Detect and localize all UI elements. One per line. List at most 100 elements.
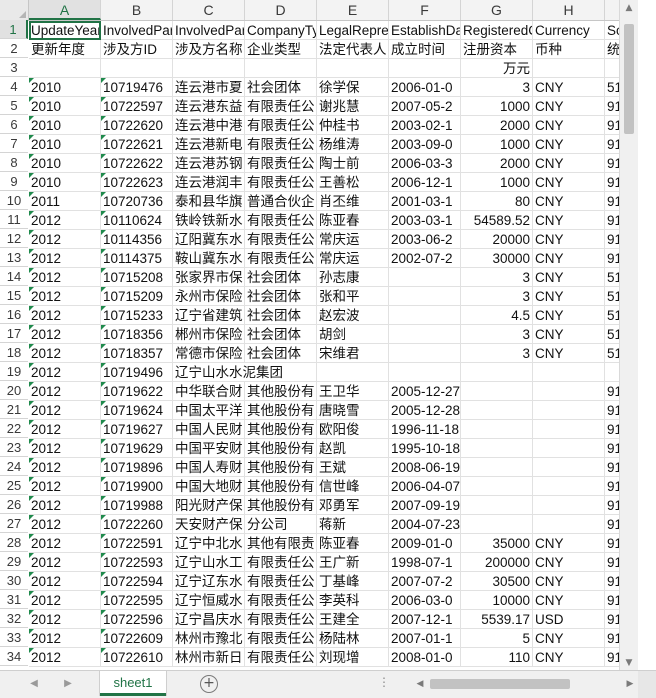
cell-e20[interactable]: 王卫华: [317, 382, 389, 401]
row-header-25[interactable]: 25: [0, 476, 28, 495]
cell-b16[interactable]: 10715233: [101, 306, 173, 325]
cell-d30[interactable]: 有限责任公: [245, 572, 317, 591]
scroll-right-icon[interactable]: ▶: [622, 676, 638, 692]
row-header-11[interactable]: 11: [0, 210, 28, 229]
cell-a7[interactable]: 2010: [29, 135, 101, 154]
cell-d31[interactable]: 有限责任公: [245, 591, 317, 610]
cell-h28[interactable]: CNY: [533, 534, 605, 553]
row-header-29[interactable]: 29: [0, 552, 28, 571]
cell-f11[interactable]: 2003-03-1: [389, 211, 461, 230]
cell-h3[interactable]: [533, 59, 605, 78]
cell-e4[interactable]: 徐学保: [317, 78, 389, 97]
cell-h17[interactable]: CNY: [533, 325, 605, 344]
cell-e27[interactable]: 蒋新: [317, 515, 389, 534]
cell-f19[interactable]: [389, 363, 461, 382]
row-header-20[interactable]: 20: [0, 381, 28, 400]
row-header-19[interactable]: 19: [0, 362, 28, 381]
cell-c15[interactable]: 永州市保险: [173, 287, 245, 306]
cell-e5[interactable]: 谢兆慧: [317, 97, 389, 116]
cell-b27[interactable]: 10722260: [101, 515, 173, 534]
cell-d34[interactable]: 有限责任公: [245, 648, 317, 667]
cell-a26[interactable]: 2012: [29, 496, 101, 515]
cell-f31[interactable]: 2006-03-0: [389, 591, 461, 610]
cell-f5[interactable]: 2007-05-2: [389, 97, 461, 116]
cell-b31[interactable]: 10722595: [101, 591, 173, 610]
cell-g1[interactable]: RegisteredCapital: [461, 21, 533, 40]
cell-a18[interactable]: 2012: [29, 344, 101, 363]
column-header-b[interactable]: B: [101, 0, 173, 20]
cell-c17[interactable]: 郴州市保险: [173, 325, 245, 344]
cell-h32[interactable]: USD: [533, 610, 605, 629]
cell-d20[interactable]: 其他股份有: [245, 382, 317, 401]
row-header-9[interactable]: 9: [0, 172, 28, 191]
cell-g33[interactable]: 5: [461, 629, 533, 648]
cell-h9[interactable]: CNY: [533, 173, 605, 192]
row-header-31[interactable]: 31: [0, 590, 28, 609]
cell-b5[interactable]: 10722597: [101, 97, 173, 116]
cell-h5[interactable]: CNY: [533, 97, 605, 116]
cell-d18[interactable]: 社会团体: [245, 344, 317, 363]
cell-d14[interactable]: 社会团体: [245, 268, 317, 287]
cell-f10[interactable]: 2001-03-1: [389, 192, 461, 211]
cell-f29[interactable]: 1998-07-1: [389, 553, 461, 572]
cell-f9[interactable]: 2006-12-1: [389, 173, 461, 192]
cell-a11[interactable]: 2012: [29, 211, 101, 230]
cell-b10[interactable]: 10720736: [101, 192, 173, 211]
cell-b15[interactable]: 10715209: [101, 287, 173, 306]
cell-h27[interactable]: [533, 515, 605, 534]
cell-g7[interactable]: 1000: [461, 135, 533, 154]
cell-e26[interactable]: 邓勇军: [317, 496, 389, 515]
cell-b24[interactable]: 10719896: [101, 458, 173, 477]
cell-b23[interactable]: 10719629: [101, 439, 173, 458]
sheet-tab-sheet1[interactable]: sheet1: [100, 671, 166, 696]
cell-h14[interactable]: CNY: [533, 268, 605, 287]
vertical-scrollbar[interactable]: ▲ ▼: [619, 0, 638, 671]
cell-b25[interactable]: 10719900: [101, 477, 173, 496]
row-header-12[interactable]: 12: [0, 229, 28, 248]
cell-d10[interactable]: 普通合伙企: [245, 192, 317, 211]
row-header-27[interactable]: 27: [0, 514, 28, 533]
cell-h2[interactable]: 币种: [533, 40, 605, 59]
row-header-18[interactable]: 18: [0, 343, 28, 362]
cell-d4[interactable]: 社会团体: [245, 78, 317, 97]
row-header-2[interactable]: 2: [0, 39, 28, 58]
cell-c32[interactable]: 辽宁昌庆水: [173, 610, 245, 629]
cell-d22[interactable]: 其他股份有: [245, 420, 317, 439]
cell-e8[interactable]: 陶士前: [317, 154, 389, 173]
cell-h20[interactable]: [533, 382, 605, 401]
cell-e10[interactable]: 肖丕维: [317, 192, 389, 211]
cell-b34[interactable]: 10722610: [101, 648, 173, 667]
next-sheet-icon[interactable]: ▶: [60, 675, 76, 693]
cell-g17[interactable]: 3: [461, 325, 533, 344]
row-header-10[interactable]: 10: [0, 191, 28, 210]
cell-e21[interactable]: 唐晓雪: [317, 401, 389, 420]
cell-a23[interactable]: 2012: [29, 439, 101, 458]
cell-e23[interactable]: 赵凯: [317, 439, 389, 458]
cell-a2[interactable]: 更新年度: [29, 40, 101, 59]
cell-a16[interactable]: 2012: [29, 306, 101, 325]
cell-e28[interactable]: 陈亚春: [317, 534, 389, 553]
cell-c13[interactable]: 鞍山冀东水: [173, 249, 245, 268]
column-header-f[interactable]: F: [389, 0, 461, 20]
cell-f7[interactable]: 2003-09-0: [389, 135, 461, 154]
cell-d17[interactable]: 社会团体: [245, 325, 317, 344]
cell-f16[interactable]: [389, 306, 461, 325]
cell-g29[interactable]: 200000: [461, 553, 533, 572]
cell-b33[interactable]: 10722609: [101, 629, 173, 648]
cell-b1[interactable]: InvolvedPartyID: [101, 21, 173, 40]
cell-h33[interactable]: CNY: [533, 629, 605, 648]
cell-e11[interactable]: 陈亚春: [317, 211, 389, 230]
row-header-34[interactable]: 34: [0, 647, 28, 666]
cell-g5[interactable]: 1000: [461, 97, 533, 116]
cell-f27[interactable]: 2004-07-23: [389, 515, 461, 534]
cell-b19[interactable]: 10719496: [101, 363, 173, 382]
cell-b21[interactable]: 10719624: [101, 401, 173, 420]
cell-g8[interactable]: 2000: [461, 154, 533, 173]
cell-a15[interactable]: 2012: [29, 287, 101, 306]
cell-e33[interactable]: 杨陆林: [317, 629, 389, 648]
cell-e19[interactable]: [317, 363, 389, 382]
cell-d28[interactable]: 其他有限责: [245, 534, 317, 553]
cell-a4[interactable]: 2010: [29, 78, 101, 97]
row-header-3[interactable]: 3: [0, 58, 28, 77]
scroll-left-icon[interactable]: ◀: [412, 676, 428, 692]
